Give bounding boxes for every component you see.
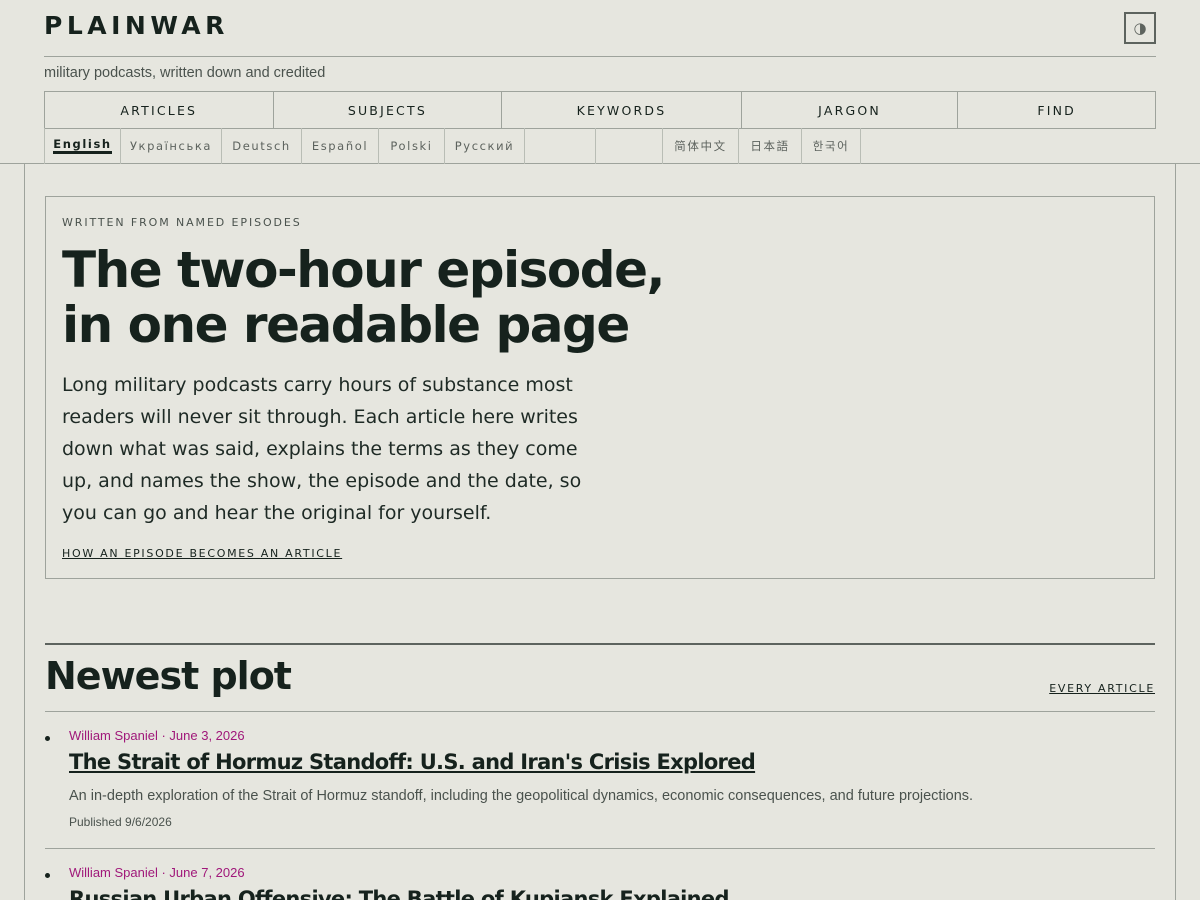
nav-subjects[interactable]: SUBJECTS bbox=[274, 92, 503, 128]
theme-toggle-button[interactable]: ◑ bbox=[1124, 12, 1156, 44]
lang-english-label: English bbox=[53, 138, 112, 154]
nav-keywords[interactable]: KEYWORDS bbox=[502, 92, 742, 128]
main-nav: ARTICLES SUBJECTS KEYWORDS JARGON FIND bbox=[44, 91, 1156, 129]
lang-spanish[interactable]: Español bbox=[301, 128, 378, 164]
lang-japanese[interactable]: 日本語 bbox=[738, 128, 801, 164]
nav-find[interactable]: FIND bbox=[958, 92, 1155, 128]
article-byline: William Spaniel · June 3, 2026 bbox=[69, 728, 245, 743]
lang-blank-2[interactable] bbox=[595, 128, 662, 164]
article-item: William Spaniel · June 7, 2026 Russian U… bbox=[45, 865, 1155, 900]
lang-blank-1[interactable] bbox=[524, 128, 595, 164]
article-title-link[interactable]: Russian Urban Offensive: The Battle of K… bbox=[69, 887, 729, 900]
how-it-works-link[interactable]: HOW AN EPISODE BECOMES AN ARTICLE bbox=[62, 547, 342, 560]
every-article-link[interactable]: EVERY ARTICLE bbox=[1049, 682, 1155, 695]
article-title-link[interactable]: The Strait of Hormuz Standoff: U.S. and … bbox=[69, 750, 756, 774]
section-title: Newest plot bbox=[45, 654, 292, 698]
lang-ukrainian[interactable]: Українська bbox=[120, 128, 221, 164]
section-divider-heavy bbox=[45, 643, 1155, 645]
hero-eyebrow: WRITTEN FROM NAMED EPISODES bbox=[62, 216, 302, 229]
lang-chinese[interactable]: 简体中文 bbox=[662, 128, 738, 164]
lang-german[interactable]: Deutsch bbox=[221, 128, 301, 164]
nav-jargon[interactable]: JARGON bbox=[742, 92, 959, 128]
article-divider bbox=[45, 848, 1155, 849]
lang-korean[interactable]: 한국어 bbox=[801, 128, 861, 164]
section-divider bbox=[45, 711, 1155, 712]
hero-description: Long military podcasts carry hours of su… bbox=[62, 374, 582, 524]
hero-title-line-2: in one readable page bbox=[62, 296, 630, 354]
article-published-date: Published 9/6/2026 bbox=[69, 815, 172, 829]
lang-russian[interactable]: Русский bbox=[444, 128, 524, 164]
half-circle-icon: ◑ bbox=[1133, 19, 1147, 37]
article-description: An in-depth exploration of the Strait of… bbox=[69, 788, 974, 804]
nav-articles[interactable]: ARTICLES bbox=[45, 92, 274, 128]
hero-title: The two-hour episode, in one readable pa… bbox=[62, 243, 682, 353]
list-bullet bbox=[45, 873, 50, 878]
header-divider bbox=[44, 56, 1156, 57]
list-bullet bbox=[45, 736, 50, 741]
language-switcher: English Українська Deutsch Español Polsk… bbox=[44, 128, 861, 164]
hero-panel: WRITTEN FROM NAMED EPISODES The two-hour… bbox=[45, 196, 1155, 579]
site-brand[interactable]: PLAINWAR bbox=[44, 11, 229, 40]
hero-title-line-1: The two-hour episode, bbox=[62, 241, 665, 299]
lang-english[interactable]: English bbox=[44, 128, 120, 164]
article-byline: William Spaniel · June 7, 2026 bbox=[69, 865, 245, 880]
article-item: William Spaniel · June 3, 2026 The Strai… bbox=[45, 728, 1155, 838]
site-header: PLAINWAR ◑ military podcasts, written do… bbox=[0, 0, 1200, 164]
site-tagline: military podcasts, written down and cred… bbox=[44, 65, 326, 81]
page-frame-right bbox=[1175, 164, 1176, 900]
page-frame-left bbox=[24, 164, 25, 900]
lang-polish[interactable]: Polski bbox=[378, 128, 444, 164]
